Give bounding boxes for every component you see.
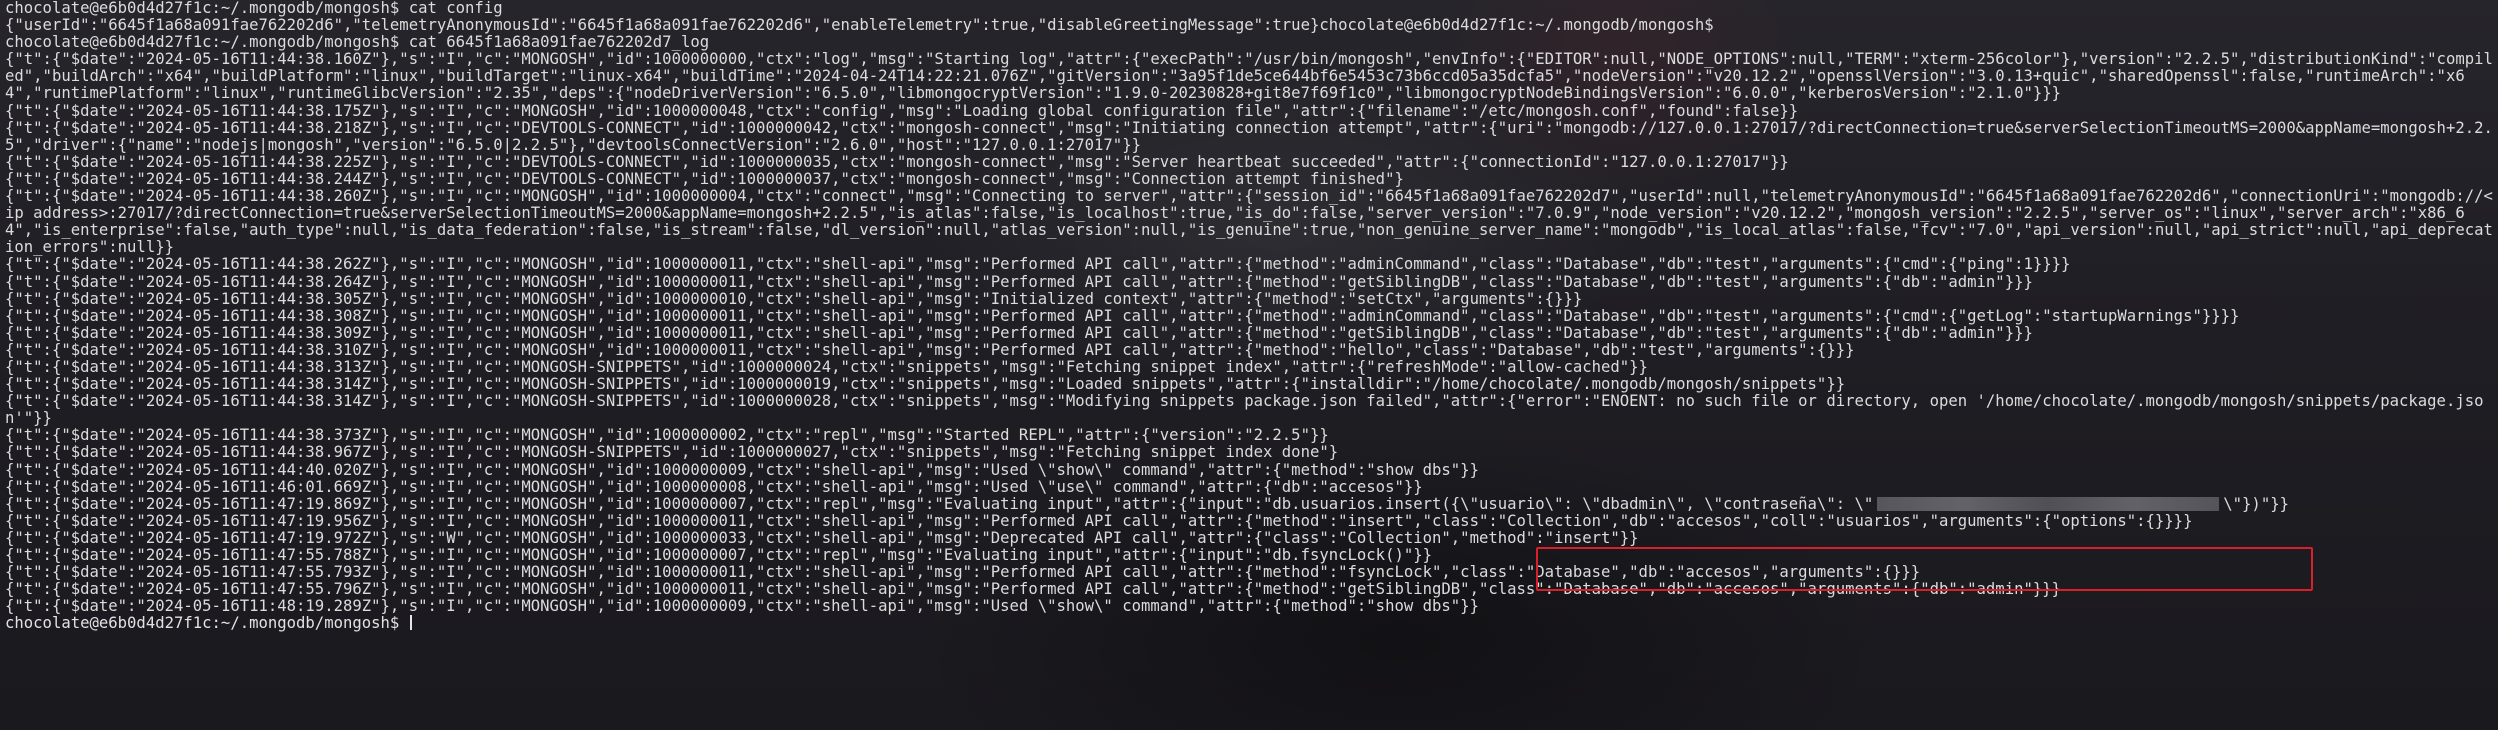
terminal-line: {"t":{"$date":"2024-05-16T11:44:38.175Z"…	[5, 101, 1799, 120]
terminal-line: {"t":{"$date":"2024-05-16T11:44:38.218Z"…	[5, 118, 2493, 154]
terminal-line: {"t":{"$date":"2024-05-16T11:44:38.260Z"…	[5, 187, 2493, 257]
command-prompt-line[interactable]: chocolate@e6b0d4d27f1c:~/.mongodb/mongos…	[5, 615, 2493, 632]
insert-line-prefix: {"t":{"$date":"2024-05-16T11:47:19.869Z"…	[5, 494, 1442, 513]
terminal-output: chocolate@e6b0d4d27f1c:~/.mongodb/mongos…	[5, 0, 2498, 632]
redacted-password-blur	[1877, 496, 2220, 511]
terminal-line: {"t":{"$date":"2024-05-16T11:44:38.309Z"…	[5, 323, 2033, 342]
terminal-window[interactable]: chocolate@e6b0d4d27f1c:~/.mongodb/mongos…	[0, 0, 2498, 730]
terminal-line: {"t":{"$date":"2024-05-16T11:44:38.264Z"…	[5, 272, 2033, 291]
log-lines: chocolate@e6b0d4d27f1c:~/.mongodb/mongos…	[5, 0, 2498, 496]
text-cursor	[409, 615, 412, 631]
terminal-line: {"t":{"$date":"2024-05-16T11:44:38.225Z"…	[5, 152, 1789, 171]
terminal-line: {"t":{"$date":"2024-05-16T11:46:01.669Z"…	[5, 477, 1423, 496]
terminal-line: chocolate@e6b0d4d27f1c:~/.mongodb/mongos…	[5, 0, 503, 17]
terminal-line: {"userId":"6645f1a68a091fae762202d6","te…	[5, 16, 1714, 35]
terminal-line: {"t":{"$date":"2024-05-16T11:44:40.020Z"…	[5, 460, 1479, 479]
terminal-line: {"t":{"$date":"2024-05-16T11:48:19.289Z"…	[5, 597, 1479, 616]
terminal-line: {"t":{"$date":"2024-05-16T11:44:38.160Z"…	[5, 50, 2493, 103]
terminal-line: {"t":{"$date":"2024-05-16T11:44:38.308Z"…	[5, 306, 2240, 325]
insert-line-suffix: \"})"}}	[2223, 494, 2289, 513]
terminal-line: {"t":{"$date":"2024-05-16T11:44:38.373Z"…	[5, 426, 1329, 445]
terminal-line: {"t":{"$date":"2024-05-16T11:44:38.244Z"…	[5, 169, 1404, 188]
terminal-line: chocolate@e6b0d4d27f1c:~/.mongodb/mongos…	[5, 33, 710, 52]
highlight-box	[1536, 547, 2313, 591]
terminal-line: {"t":{"$date":"2024-05-16T11:47:19.972Z"…	[5, 528, 1639, 547]
terminal-line: {"t":{"$date":"2024-05-16T11:44:38.967Z"…	[5, 443, 1339, 462]
insert-line-highlighted-text: ({\"usuario\": \"dbadmin\", \"contraseña…	[1441, 494, 1874, 513]
terminal-line: {"t":{"$date":"2024-05-16T11:44:38.262Z"…	[5, 255, 2071, 274]
final-prompt: chocolate@e6b0d4d27f1c:~/.mongodb/mongos…	[5, 614, 409, 633]
log-line-insert: {"t":{"$date":"2024-05-16T11:47:19.869Z"…	[5, 494, 2493, 513]
terminal-line: {"t":{"$date":"2024-05-16T11:44:38.313Z"…	[5, 357, 1648, 376]
terminal-line: {"t":{"$date":"2024-05-16T11:44:38.305Z"…	[5, 289, 1583, 308]
terminal-line: {"t":{"$date":"2024-05-16T11:47:19.956Z"…	[5, 511, 2193, 530]
terminal-line: {"t":{"$date":"2024-05-16T11:44:38.314Z"…	[5, 392, 2484, 428]
terminal-line: {"t":{"$date":"2024-05-16T11:44:38.314Z"…	[5, 375, 1846, 394]
terminal-line: {"t":{"$date":"2024-05-16T11:44:38.310Z"…	[5, 340, 1855, 359]
